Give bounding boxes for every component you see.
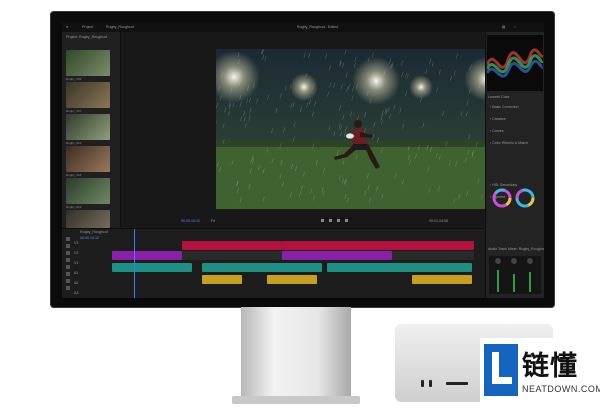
clip-thumbnail[interactable] [66,146,110,172]
color-wheels[interactable] [491,188,539,208]
audio-mixer-title: Audio Track Mixer: Rugby_Roughcut [488,247,544,251]
usb-port [421,380,424,387]
timeline-tool-icon[interactable] [66,286,70,290]
close-icon[interactable]: ● [66,22,68,32]
waveform-scope [487,35,543,91]
lumetri-section[interactable]: › Creative [490,116,506,122]
display-stand [241,307,351,399]
sd-card-slot [446,382,468,385]
display-stand-foot [232,396,360,404]
timeline-clip[interactable] [267,275,317,284]
logo-mark [484,344,518,396]
workspace-icon[interactable]: ▤ [502,22,505,32]
timeline-clip[interactable] [282,251,392,260]
timeline-clip[interactable] [327,263,472,272]
track-label[interactable]: V3 [74,239,78,247]
duration-timecode: 00:01:24:08 [429,219,448,223]
step-back-icon[interactable] [321,219,324,222]
level-meter [513,274,515,292]
track-label[interactable]: A1 [74,269,78,277]
timeline-clip[interactable] [282,241,474,250]
timeline-tool-icon[interactable] [66,279,70,283]
search-icon[interactable]: ⌕ [514,22,516,32]
timeline-tool-icon[interactable] [66,251,70,255]
brand-name: 链懂 [522,351,578,382]
timeline-clip[interactable] [182,241,282,250]
usb-port [429,380,432,387]
timeline-clip[interactable] [412,275,472,284]
timeline-clip[interactable] [112,251,182,260]
clip-thumbnail[interactable] [66,50,110,76]
bin-label: Project: Rugby_Roughcut [66,35,107,39]
clip-thumbnail[interactable] [66,114,110,140]
lumetri-panel: Lumetri Color › Basic Correction › Creati… [485,32,544,298]
pan-knob[interactable] [511,258,517,264]
playhead-timecode: 00:00:10:12 [181,219,200,223]
clip-label: Rugby_021 [66,205,82,209]
timeline-clip[interactable] [392,251,474,260]
timeline-panel: Rugby_Roughcut 00:00:10:12 V3 V2 V1 A1 A2 A3 [62,228,484,298]
timeline-clip[interactable] [182,251,282,260]
play-icon[interactable] [329,219,332,222]
zoom-select[interactable]: Fit [211,216,215,226]
watermark-logo: 链懂 NEATDOWN.COM [480,338,600,408]
audio-mixer [489,256,541,294]
step-forward-icon[interactable] [337,219,340,222]
insert-icon[interactable] [345,219,348,222]
timeline-timecode: 00:00:10:12 [80,236,99,240]
timeline-playhead[interactable] [134,229,135,298]
clip-thumbnail[interactable] [66,178,110,204]
transport-controls[interactable] [321,219,357,223]
level-meter [529,272,531,292]
track-label[interactable]: V2 [74,249,78,257]
clip-label: Rugby_018 [66,173,82,177]
video-frame [216,49,500,209]
timeline-clip[interactable] [112,263,192,272]
timeline-tool-icon[interactable] [66,258,70,262]
timeline-tool-icon[interactable] [66,272,70,276]
tab-sequence[interactable]: Rugby_Roughcut [106,22,134,32]
track-label[interactable]: A3 [74,289,78,297]
title-bar: ● Project Rugby_Roughcut Rugby_Roughcut … [62,22,544,32]
timeline-tool-icon[interactable] [66,244,70,248]
level-meter [497,270,499,292]
track-label[interactable]: A2 [74,279,78,287]
timeline-tool-icon[interactable] [66,265,70,269]
timeline-clip[interactable] [202,263,322,272]
lumetri-title: Lumetri Color [488,95,510,99]
program-monitor: 00:00:10:12 00:01:24:08 Fit [121,32,500,227]
pan-knob[interactable] [495,258,501,264]
clip-thumbnail[interactable] [66,82,110,108]
project-bin: Project: Rugby_Roughcut Rugby_003 Rugby_0… [62,32,121,241]
editor-window: ● Project Rugby_Roughcut Rugby_Roughcut … [62,22,544,298]
tab-project[interactable]: Project [82,22,93,32]
lumetri-section[interactable]: › Basic Correction [490,104,519,110]
clip-label: Rugby_007 [66,109,82,113]
track-label[interactable]: V1 [74,259,78,267]
timeline-clip[interactable] [202,275,242,284]
lumetri-section[interactable]: › Curves [490,128,504,134]
clip-label: Rugby_012 [66,141,82,145]
window-title: Rugby_Roughcut - Edited [297,25,339,29]
lumetri-section[interactable]: › Color Wheels & Match [490,140,528,146]
brand-site: NEATDOWN.COM [522,384,600,394]
clip-label: Rugby_003 [66,77,82,81]
pan-knob[interactable] [527,258,533,264]
timeline-tool-icon[interactable] [66,237,70,241]
